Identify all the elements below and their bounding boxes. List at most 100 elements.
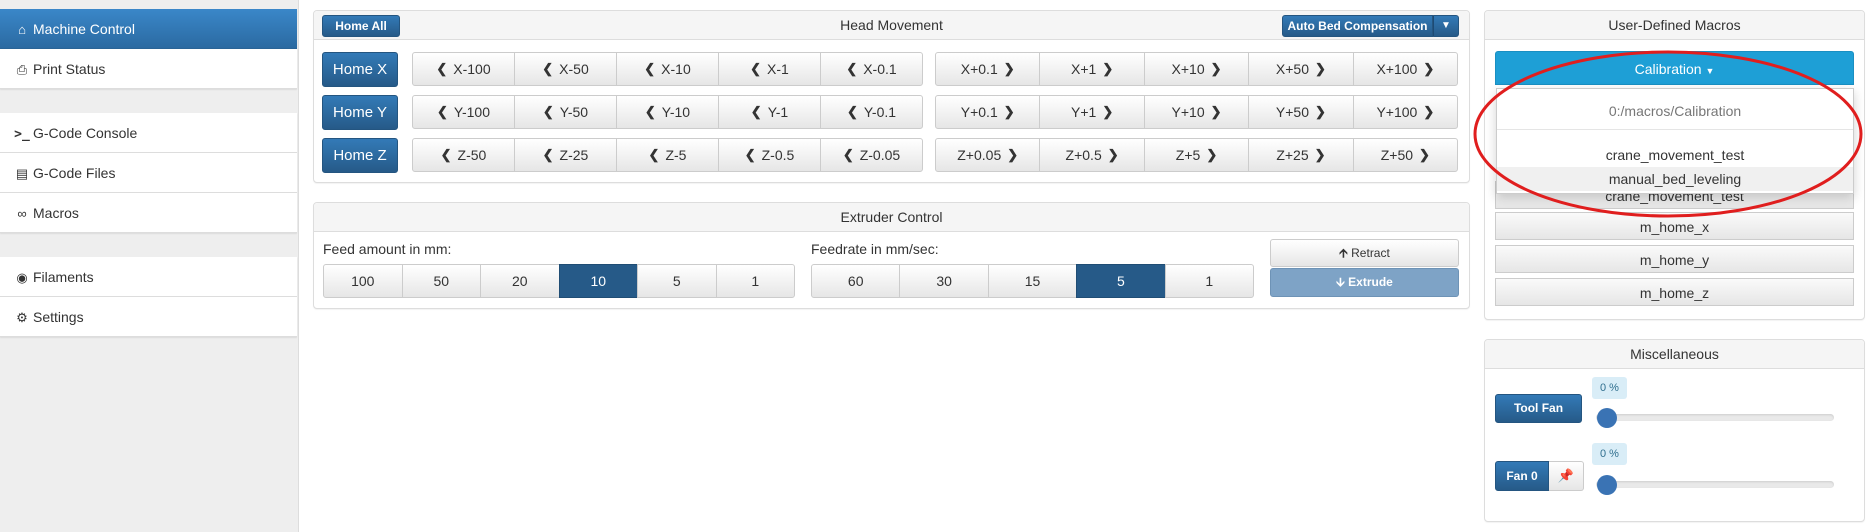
jog-y-neg-button[interactable]: ❮ Y-100 — [412, 95, 515, 129]
jog-z-neg-button[interactable]: ❮ Z-0.05 — [820, 138, 923, 172]
feed-amount-option-button[interactable]: 5 — [637, 264, 717, 298]
jog-x-neg-button[interactable]: ❮ X-100 — [412, 52, 515, 86]
jog-y-pos-button[interactable]: Y+10 ❯ — [1143, 95, 1250, 129]
feed-amount-option-button[interactable]: 100 — [323, 264, 403, 298]
feedrate-option-button[interactable]: 60 — [811, 264, 901, 298]
home-icon: ⌂ — [18, 22, 26, 37]
feedrate-option-button[interactable]: 30 — [899, 264, 989, 298]
fan0-pin-button[interactable]: 📌 — [1549, 461, 1584, 491]
jog-label: X-1 — [767, 61, 789, 77]
jog-label: Z+0.5 — [1065, 147, 1102, 163]
feedrate-group: 60 30 15 5 1 — [811, 264, 1255, 298]
arrow-up-icon: 🡩 — [1339, 246, 1348, 260]
macro-item[interactable]: m_home_z — [1495, 278, 1854, 306]
jog-z-pos-button[interactable]: Z+25 ❯ — [1248, 138, 1354, 172]
home-x-button[interactable]: Home X — [322, 52, 398, 87]
jog-label: Z+50 — [1380, 147, 1414, 163]
jog-z-pos-button[interactable]: Z+50 ❯ — [1352, 138, 1459, 172]
jog-label: Z-0.05 — [859, 147, 901, 163]
jog-x-neg-button[interactable]: ❮ X-50 — [514, 52, 617, 86]
jog-x-neg-button[interactable]: ❮ X-1 — [718, 52, 821, 86]
chevron-left-icon: ❮ — [846, 104, 858, 119]
jog-y-neg-button[interactable]: ❮ Y-50 — [514, 95, 617, 129]
jog-y-pos-button[interactable]: Y+100 ❯ — [1352, 95, 1459, 129]
jog-z-neg-button[interactable]: ❮ Z-50 — [412, 138, 515, 172]
jog-label: Y-10 — [661, 104, 691, 120]
jog-y-neg-button[interactable]: ❮ Y-1 — [718, 95, 821, 129]
misc-title: Miscellaneous — [1630, 346, 1719, 362]
chevron-left-icon: ❮ — [846, 61, 858, 76]
jog-y-neg-button[interactable]: ❮ Y-10 — [616, 95, 719, 129]
auto-bed-compensation-button[interactable]: Auto Bed Compensation — [1282, 15, 1433, 37]
chevron-right-icon: ❯ — [1003, 104, 1015, 119]
tool-fan-button[interactable]: Tool Fan — [1495, 394, 1582, 423]
jog-z-neg-button[interactable]: ❮ Z-0.5 — [718, 138, 821, 172]
chevron-right-icon: ❯ — [1007, 147, 1019, 162]
jog-x-pos-button[interactable]: X+10 ❯ — [1143, 52, 1250, 86]
jog-label: Y+10 — [1171, 104, 1205, 120]
sidebar: ⌂ Machine Control ⎙ Print Status >_ G-Code … — [0, 0, 299, 532]
chevron-right-icon: ❯ — [1315, 61, 1326, 76]
jog-label: Y-0.1 — [863, 104, 897, 120]
sidebar-item-macros[interactable]: ∞ Macros — [0, 193, 297, 233]
sidebar-item-label: Filaments — [33, 269, 94, 285]
jog-x-pos-button[interactable]: X+50 ❯ — [1248, 52, 1354, 86]
sidebar-item-label: Print Status — [33, 61, 106, 77]
jog-z-pos-button[interactable]: Z+0.05 ❯ — [935, 138, 1041, 172]
jog-z-pos-button[interactable]: Z+0.5 ❯ — [1039, 138, 1145, 172]
sidebar-item-gcode-console[interactable]: >_ G-Code Console — [0, 113, 297, 153]
sidebar-item-settings[interactable]: ⚙ Settings — [0, 297, 297, 337]
jog-y-neg-button[interactable]: ❮ Y-0.1 — [820, 95, 923, 129]
feed-amount-option-button[interactable]: 1 — [715, 264, 795, 298]
auto-bed-dropdown-toggle[interactable]: ▼ — [1433, 15, 1459, 37]
jog-x-pos-button[interactable]: X+0.1 ❯ — [935, 52, 1041, 86]
extrude-label: Extrude — [1348, 275, 1393, 289]
home-y-button[interactable]: Home Y — [322, 95, 398, 130]
feed-amount-option-button[interactable]: 50 — [401, 264, 481, 298]
jog-label: Y-100 — [453, 104, 490, 120]
chevron-right-icon: ❯ — [1419, 147, 1430, 162]
retract-button[interactable]: 🡩 Retract — [1270, 239, 1459, 267]
feedrate-option-button[interactable]: 15 — [987, 264, 1078, 298]
jog-label: Z+0.05 — [957, 147, 1002, 163]
sidebar-item-print-status[interactable]: ⎙ Print Status — [0, 49, 297, 89]
jog-x-pos-button[interactable]: X+100 ❯ — [1352, 52, 1459, 86]
jog-z-pos-button[interactable]: Z+5 ❯ — [1143, 138, 1250, 172]
extrude-button[interactable]: 🡫 Extrude — [1270, 268, 1459, 297]
jog-x-neg-button[interactable]: ❮ X-10 — [616, 52, 719, 86]
home-z-button[interactable]: Home Z — [322, 138, 398, 173]
head-movement-title: Head Movement — [840, 17, 943, 33]
sidebar-item-filaments[interactable]: ◉ Filaments — [0, 257, 297, 297]
jog-label: X+100 — [1376, 61, 1418, 77]
chevron-left-icon: ❮ — [644, 104, 656, 119]
jog-x-neg-button[interactable]: ❮ X-0.1 — [820, 52, 923, 86]
jog-label: X+1 — [1071, 61, 1097, 77]
fan0-slider-handle[interactable] — [1597, 475, 1617, 495]
home-all-button[interactable]: Home All — [322, 15, 400, 37]
feed-amount-option-button[interactable]: 20 — [480, 264, 560, 298]
jog-z-neg-button[interactable]: ❮ Z-25 — [514, 138, 617, 172]
jog-label: Z-50 — [457, 147, 487, 163]
sidebar-item-label: Settings — [33, 309, 84, 325]
z-negative-group: ❮ Z-50 ❮ Z-25 ❮ Z-5 ❮ Z-0.5 ❮ Z-0.05 — [412, 138, 923, 172]
arrow-down-icon: 🡫 — [1336, 275, 1345, 289]
misc-panel: Miscellaneous — [1484, 339, 1865, 522]
sidebar-item-machine-control[interactable]: ⌂ Machine Control — [0, 9, 297, 49]
feedrate-option-button[interactable]: 5 — [1076, 264, 1166, 298]
jog-y-pos-button[interactable]: Y+1 ❯ — [1039, 95, 1145, 129]
jog-y-pos-button[interactable]: Y+0.1 ❯ — [935, 95, 1041, 129]
pushpin-icon: 📌 — [1557, 468, 1575, 483]
jog-label: X+0.1 — [960, 61, 998, 77]
tool-fan-slider-handle[interactable] — [1597, 408, 1617, 428]
sidebar-item-label: Macros — [33, 205, 79, 221]
jog-x-pos-button[interactable]: X+1 ❯ — [1039, 52, 1145, 86]
feedrate-option-button[interactable]: 1 — [1164, 264, 1255, 298]
jog-y-pos-button[interactable]: Y+50 ❯ — [1248, 95, 1354, 129]
macro-item[interactable]: m_home_y — [1495, 245, 1854, 273]
sidebar-item-gcode-files[interactable]: ▤ G-Code Files — [0, 153, 297, 193]
feed-amount-option-button[interactable]: 10 — [558, 264, 638, 298]
x-negative-group: ❮ X-100 ❮ X-50 ❮ X-10 ❮ X-1 ❮ X-0.1 — [412, 52, 923, 86]
fan0-slider-track — [1596, 481, 1834, 488]
jog-z-neg-button[interactable]: ❮ Z-5 — [616, 138, 719, 172]
fan0-button[interactable]: Fan 0 — [1495, 461, 1549, 491]
